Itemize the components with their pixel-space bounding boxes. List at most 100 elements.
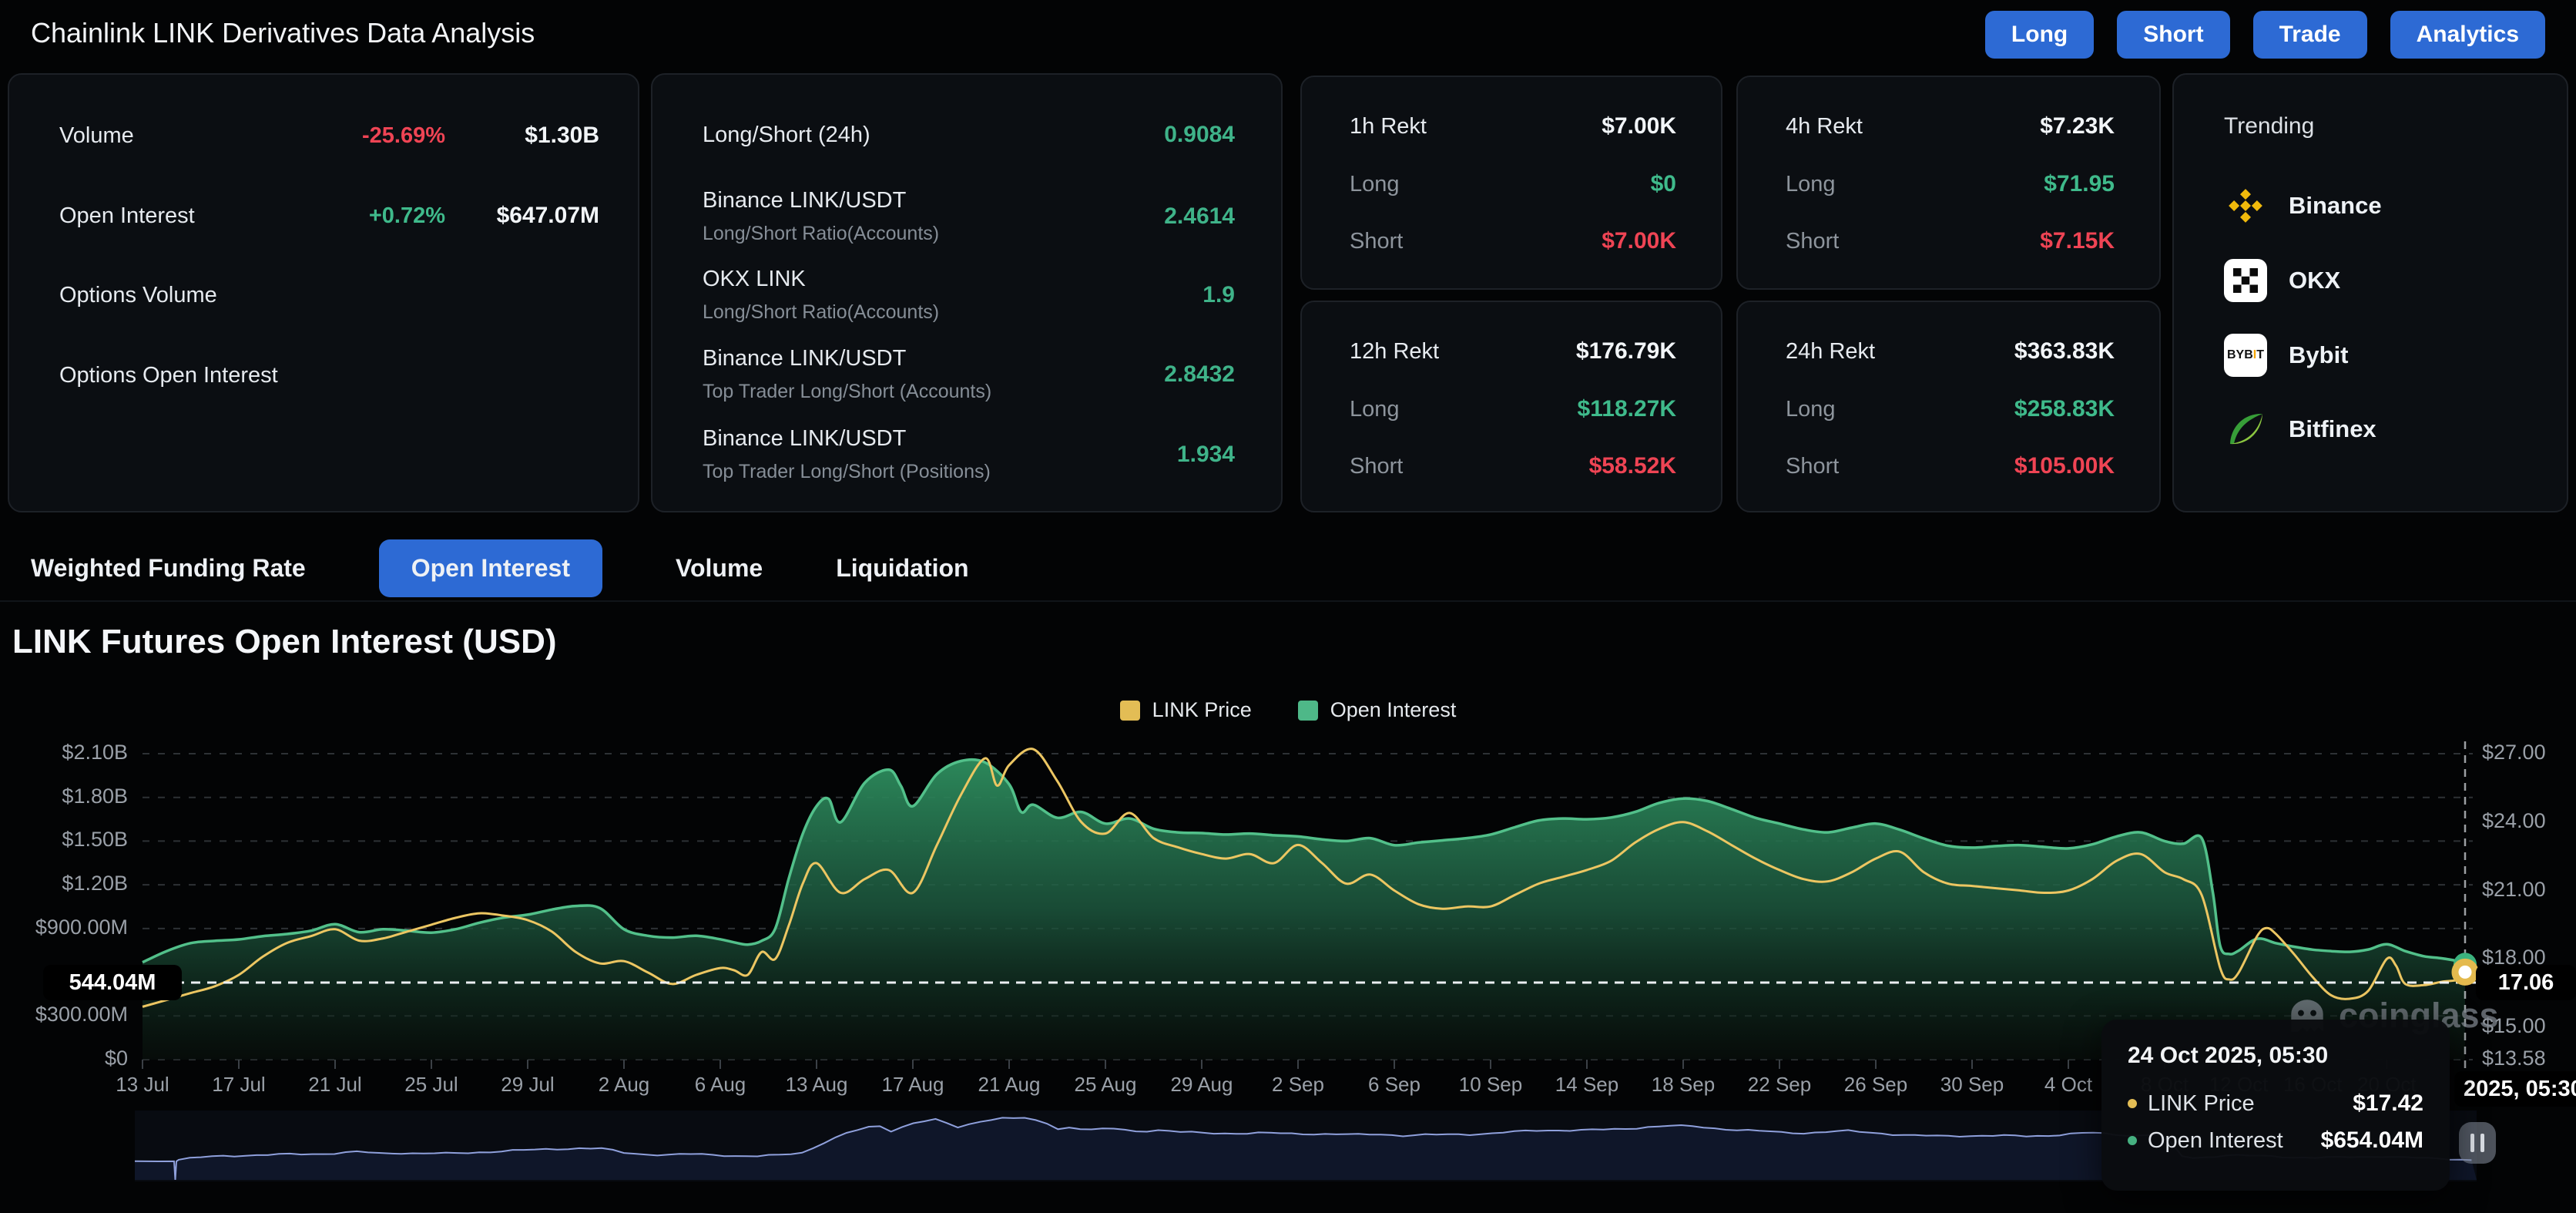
rekt-label: 1h Rekt <box>1350 114 1427 139</box>
header-button-analytics[interactable]: Analytics <box>2390 11 2545 59</box>
left-axis-label: $0 <box>0 1047 128 1070</box>
crosshair-left-value-badge: 544.04M <box>43 965 182 1000</box>
stat-value: $647.07M <box>445 203 599 229</box>
rekt-value: $7.15K <box>2040 228 2115 254</box>
tooltip-series-value: $17.42 <box>2353 1090 2423 1117</box>
tooltip-series-label: LINK Price <box>2148 1091 2353 1117</box>
dashboard-page: { "header": { "title": "Chainlink LINK D… <box>0 0 2576 1213</box>
page-title: Chainlink LINK Derivatives Data Analysis <box>31 17 535 49</box>
rekt-label: Short <box>1350 454 1403 479</box>
ratio-pair-metric: Long/Short Ratio(Accounts) <box>703 223 1164 245</box>
tooltip-timestamp: 24 Oct 2025, 05:30 <box>2128 1043 2423 1069</box>
rekt-value: $363.83K <box>2014 338 2115 365</box>
legend-label: Open Interest <box>1330 698 1457 722</box>
trending-item-okx[interactable]: OKX <box>2224 258 2340 303</box>
legend-item-link-price[interactable]: LINK Price <box>1120 698 1252 722</box>
rekt-label: 4h Rekt <box>1786 114 1863 139</box>
trending-item-bitfinex[interactable]: Bitfinex <box>2224 407 2376 452</box>
left-axis-label: $1.80B <box>0 785 128 808</box>
navigator-resize-handle[interactable] <box>2459 1122 2496 1164</box>
ratio-pair-name: Long/Short (24h) <box>703 123 1164 148</box>
rekt-value: $71.95 <box>2044 171 2115 197</box>
bybit-icon: BYBIT <box>2224 334 2267 377</box>
trending-card: Trending BinanceOKXBYBITBybitBitfinex <box>2172 73 2568 512</box>
rekt-value: $7.00K <box>1602 228 1676 254</box>
chart-title: LINK Futures Open Interest (USD) <box>12 623 557 661</box>
ratio-pair-metric: Top Trader Long/Short (Positions) <box>703 461 1177 483</box>
market-stats-card: Volume-25.69%$1.30BOpen Interest+0.72%$6… <box>8 73 639 512</box>
ratio-pair: Binance LINK/USDTTop Trader Long/Short (… <box>703 426 1177 483</box>
ratio-value: 1.9 <box>1202 282 1235 308</box>
long-short-ratios-card: Long/Short (24h)0.9084Binance LINK/USDTL… <box>651 73 1283 512</box>
stat-value: $1.30B <box>445 123 599 149</box>
ratio-pair-metric: Long/Short Ratio(Accounts) <box>703 301 1202 324</box>
rekt-card-12h: 12h Rekt$176.79KLong$118.27KShort$58.52K <box>1300 301 1722 512</box>
legend-item-open-interest[interactable]: Open Interest <box>1298 698 1457 722</box>
ratio-pair-metric: Top Trader Long/Short (Accounts) <box>703 381 1164 403</box>
stat-row: Open Interest+0.72%$647.07M <box>59 196 599 236</box>
trending-item-bybit[interactable]: BYBITBybit <box>2224 333 2349 378</box>
stat-label: Options Open Interest <box>59 363 280 388</box>
rekt-label: Short <box>1786 229 1839 254</box>
tab-weighted-funding-rate[interactable]: Weighted Funding Rate <box>31 554 306 583</box>
rekt-label: Long <box>1786 397 1836 422</box>
ratio-pair: Long/Short (24h) <box>703 123 1164 148</box>
ratio-pair: OKX LINK Long/Short Ratio(Accounts) <box>703 267 1202 324</box>
legend-swatch <box>1298 701 1318 721</box>
header-button-long[interactable]: Long <box>1985 11 2094 59</box>
tooltip-row: LINK Price$17.42 <box>2128 1090 2423 1117</box>
bitfinex-icon-wrap <box>2224 408 2267 451</box>
ratio-row: OKX LINK Long/Short Ratio(Accounts)1.9 <box>703 260 1235 331</box>
crosshair-right-value-badge: 17.06 <box>2476 965 2576 1000</box>
ratio-value: 0.9084 <box>1164 122 1235 148</box>
crosshair-time-badge: 2025, 05:30 <box>2454 1071 2576 1107</box>
rekt-label: Short <box>1350 229 1403 254</box>
tab-open-interest[interactable]: Open Interest <box>379 539 602 597</box>
bitfinex-icon <box>2224 408 2267 451</box>
rekt-label: Long <box>1350 397 1400 422</box>
rekt-row: Short$58.52K <box>1350 447 1676 486</box>
ratio-value: 2.4614 <box>1164 203 1235 230</box>
binance-icon <box>2224 184 2267 227</box>
header-button-trade[interactable]: Trade <box>2253 11 2367 59</box>
stat-row: Options Open Interest <box>59 355 599 395</box>
rekt-value: $176.79K <box>1576 338 1676 365</box>
rekt-row: Short $7.00K <box>1350 222 1676 260</box>
rekt-card-4h: 4h Rekt $7.23K Long $71.95 Short $7.15K <box>1736 76 2161 290</box>
okx-icon-wrap <box>2224 259 2267 302</box>
tab-liquidation[interactable]: Liquidation <box>836 554 968 583</box>
right-axis-label: $27.00 <box>2482 741 2546 764</box>
legend-label: LINK Price <box>1152 698 1252 722</box>
rekt-card-24h: 24h Rekt $363.83K Long$258.83K Short$105.00… <box>1736 301 2161 512</box>
rekt-label: 24h Rekt <box>1786 339 1875 365</box>
rekt-value: $118.27K <box>1578 396 1676 422</box>
rekt-label: Short <box>1786 454 1839 479</box>
tooltip-series-dot <box>2128 1136 2137 1145</box>
rekt-value: $0 <box>1651 171 1676 197</box>
ratio-value: 2.8432 <box>1164 361 1235 388</box>
rekt-row: Short$105.00K <box>1786 447 2115 486</box>
chart-legend: LINK Price Open Interest <box>0 698 2576 722</box>
ratio-pair-name: OKX LINK <box>703 267 1202 292</box>
rekt-row: Long$258.83K <box>1786 390 2115 428</box>
trending-item-label: OKX <box>2289 267 2340 294</box>
left-axis-label: $2.10B <box>0 741 128 764</box>
tooltip-series-value: $654.04M <box>2321 1127 2423 1154</box>
header-buttons: Long Short Trade Analytics <box>1985 11 2545 59</box>
ratio-row: Binance LINK/USDTLong/Short Ratio(Accoun… <box>703 181 1235 252</box>
legend-swatch <box>1120 701 1140 721</box>
right-axis-label: $24.00 <box>2482 809 2546 833</box>
trending-item-binance[interactable]: Binance <box>2224 183 2382 228</box>
stat-label: Open Interest <box>59 203 280 229</box>
rekt-label: Long <box>1786 172 1836 197</box>
tab-volume[interactable]: Volume <box>676 554 763 583</box>
ratio-pair-name: Binance LINK/USDT <box>703 346 1164 371</box>
header-button-short[interactable]: Short <box>2117 11 2229 59</box>
rekt-row: 4h Rekt $7.23K <box>1786 107 2115 146</box>
ratio-pair: Binance LINK/USDTLong/Short Ratio(Accoun… <box>703 188 1164 245</box>
open-interest-area <box>143 760 2465 1060</box>
tooltip-series-dot <box>2128 1099 2137 1108</box>
stat-label: Options Volume <box>59 283 280 308</box>
ratio-pair: Binance LINK/USDT Top Trader Long/Short (… <box>703 346 1164 403</box>
rekt-value: $7.23K <box>2040 113 2115 139</box>
